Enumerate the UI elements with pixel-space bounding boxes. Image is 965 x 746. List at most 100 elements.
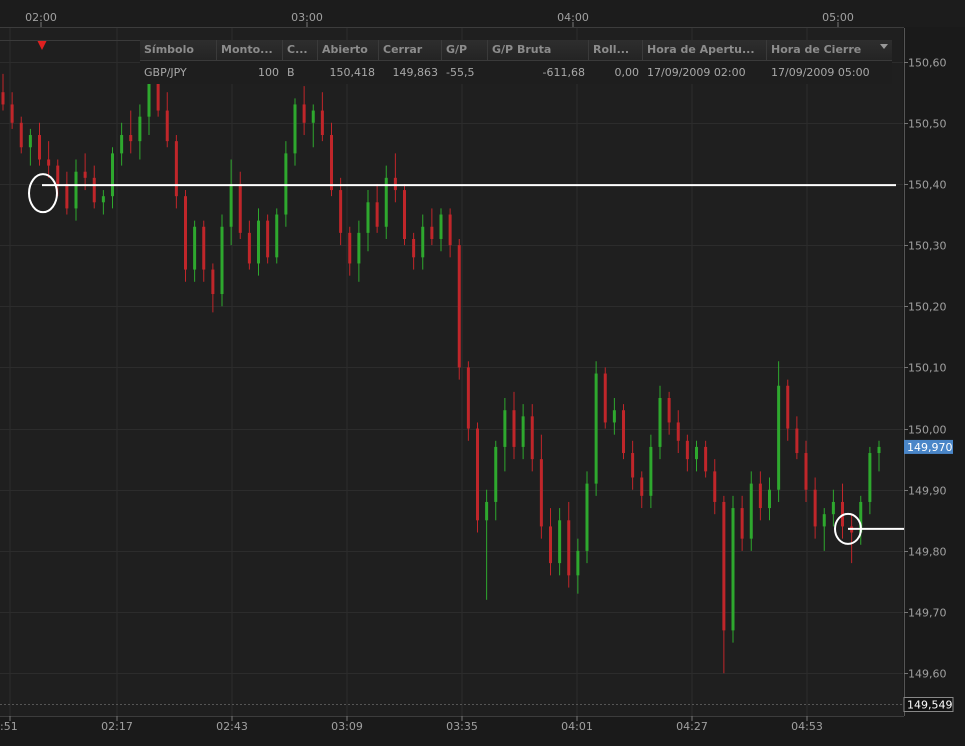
candle-body [503, 410, 507, 447]
candle-body [777, 385, 781, 490]
candle-body [302, 104, 306, 123]
candle-body [184, 196, 187, 270]
candle-body [485, 501, 489, 521]
candle-body [129, 135, 133, 142]
candle-body [311, 110, 315, 123]
candle-body [731, 508, 735, 631]
col-close[interactable]: Cerrar [379, 40, 442, 60]
candle-body [877, 446, 881, 454]
candle-body [28, 135, 32, 148]
candle-body [330, 135, 333, 191]
cell-open-time: 17/09/2009 02:00 [647, 65, 746, 79]
cell-symbol: GBP/JPY [144, 65, 187, 79]
candle-body [147, 79, 151, 117]
candle-body [430, 226, 434, 239]
candle-body [822, 514, 826, 527]
candle-body [457, 245, 461, 368]
bottom-time-label: 04:27 [676, 720, 708, 733]
top-time-axis [0, 0, 965, 27]
dropdown-arrow-icon[interactable] [880, 44, 888, 49]
candle-body [375, 202, 379, 227]
cell-close-time: 17/09/2009 05:00 [771, 65, 870, 79]
candle-body [494, 446, 498, 502]
col-close-time-label: Hora de Cierre [771, 43, 862, 56]
col-gross-pl[interactable]: G/P Bruta [488, 40, 589, 60]
price-tick-label: 149,60 [908, 668, 947, 681]
col-symbol[interactable]: Símbolo [140, 40, 217, 60]
candle-body [275, 214, 279, 258]
cell-side: B [287, 65, 295, 79]
candle-body [339, 190, 343, 233]
candle-body [412, 238, 416, 258]
candle-body [813, 489, 817, 527]
bottom-time-label: 03:09 [331, 720, 363, 733]
candle-body [603, 373, 607, 423]
candle-body [421, 226, 425, 258]
price-tick-label: 150,00 [908, 424, 947, 437]
candle-body [284, 153, 288, 215]
col-amount[interactable]: Monto... [217, 40, 283, 60]
candle-body [722, 501, 726, 631]
col-close-time[interactable]: Hora de Cierre [767, 40, 892, 60]
candle-body [795, 428, 799, 454]
candle-body [10, 104, 14, 123]
cell-amount: 100 [258, 65, 279, 79]
price-tick-label: 150,60 [908, 57, 947, 70]
candle-body [174, 141, 178, 197]
candle-body [238, 183, 242, 233]
candle-body [202, 226, 206, 270]
candle-body [685, 440, 689, 460]
candle-body [576, 550, 580, 576]
candle-body [740, 508, 744, 539]
candle-body [1, 92, 5, 105]
price-tick-label: 150,10 [908, 362, 947, 375]
col-side[interactable]: C... [283, 40, 318, 60]
candle-body [74, 171, 78, 209]
candle-body [357, 232, 361, 264]
bottom-time-label: 02:17 [101, 720, 133, 733]
col-rollover[interactable]: Roll... [589, 40, 643, 60]
cell-close: 149,863 [392, 65, 439, 79]
trade-row[interactable]: GBP/JPY 100 B 150,418 149,863 -55,5 -611… [140, 61, 892, 83]
candle-body [101, 196, 105, 203]
col-pl[interactable]: G/P [442, 40, 488, 60]
candle-body [667, 397, 671, 423]
bottom-time-label: 03:35 [446, 720, 478, 733]
price-tick-label: 149,70 [908, 607, 947, 620]
chart-root: 02:00 03:00 04:00 05:00:51 02:17 02:43 03:09 03… [0, 0, 965, 743]
candle-body [65, 183, 69, 209]
candle-body [476, 428, 479, 521]
candle-body [466, 367, 470, 429]
candle-body [585, 483, 589, 551]
candle-body [165, 110, 169, 142]
candle-body [439, 214, 443, 239]
bottom-time-label: 04:53 [791, 720, 823, 733]
top-time-label: 04:00 [557, 11, 589, 24]
candle-body [111, 153, 114, 197]
candle-body [695, 446, 698, 460]
candle-body [47, 159, 51, 166]
candle-body [266, 220, 270, 258]
col-open-time[interactable]: Hora de Apertu... [643, 40, 767, 60]
candle-body [348, 232, 352, 264]
candle-body [549, 526, 552, 564]
col-open[interactable]: Abierto [318, 40, 379, 60]
price-chart[interactable]: 02:00 03:00 04:00 05:00:51 02:17 02:43 03:09 03… [0, 0, 965, 743]
candle-body [83, 171, 87, 178]
bottom-time-label: 04:01 [561, 720, 593, 733]
price-tick-label: 150,40 [908, 179, 947, 192]
trade-table-header: Símbolo Monto... C... Abierto Cerrar G/P… [140, 40, 892, 61]
top-time-label: 05:00 [822, 11, 854, 24]
candle-body [594, 373, 598, 484]
price-tick-label: 150,50 [908, 118, 947, 131]
candle-body [19, 122, 23, 148]
top-time-label: 02:00 [25, 11, 57, 24]
candle-body [622, 410, 625, 454]
candle-body [156, 79, 160, 111]
candle-body [220, 226, 224, 295]
candle-body [38, 135, 41, 160]
candle-body [393, 177, 397, 191]
cell-rollover: 0,00 [614, 65, 640, 79]
candle-body [804, 453, 808, 490]
candle-body [521, 416, 525, 447]
